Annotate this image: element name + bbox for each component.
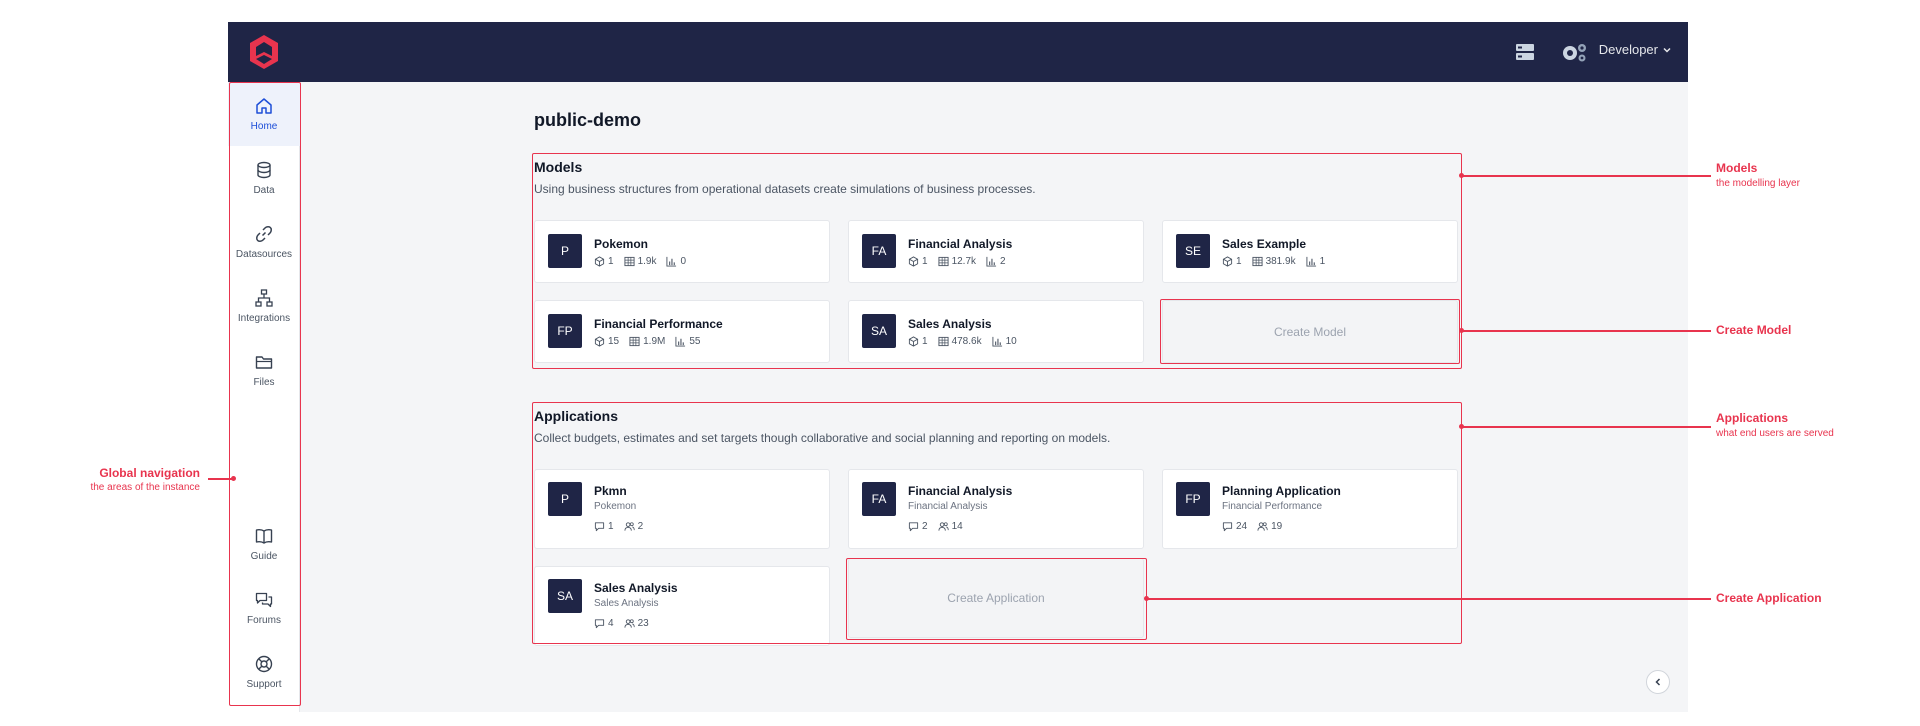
user-menu-label: Developer <box>1598 42 1658 57</box>
create-model-dot <box>1459 328 1464 333</box>
settings-gears-icon[interactable] <box>1560 40 1588 64</box>
models-annotation-subtitle: the modelling layer <box>1716 178 1800 189</box>
global-navigation-highlight <box>229 82 301 706</box>
page-title: public-demo <box>534 110 641 130</box>
logo-icon[interactable] <box>247 33 281 71</box>
applications-annotation-title: Applications <box>1716 411 1789 425</box>
global-navigation-dot <box>231 476 236 481</box>
global-navigation-annotation-subtitle: the areas of the instance <box>90 482 200 493</box>
global-navigation-annotation-title: Global navigation <box>99 466 200 480</box>
create-application-dot <box>1144 596 1149 601</box>
create-application-connector <box>1146 598 1711 600</box>
collapse-panel-button[interactable] <box>1646 670 1670 694</box>
create-model-annotation-title: Create Model <box>1716 323 1792 337</box>
models-annotation-title: Models <box>1716 161 1758 175</box>
create-application-highlight <box>846 558 1147 640</box>
top-bar: Developer <box>228 22 1688 82</box>
applications-annotation-subtitle: what end users are served <box>1716 428 1834 439</box>
applications-connector <box>1461 426 1711 428</box>
create-model-highlight <box>1160 299 1460 364</box>
applications-dot <box>1459 424 1464 429</box>
chevron-left-icon <box>1655 678 1661 686</box>
models-connector <box>1461 175 1711 177</box>
server-icon[interactable] <box>1513 40 1537 64</box>
models-dot <box>1459 173 1464 178</box>
chevron-down-icon <box>1663 47 1671 53</box>
user-menu[interactable]: Developer <box>1599 42 1672 57</box>
create-model-connector <box>1461 330 1711 332</box>
create-application-annotation-title: Create Application <box>1716 591 1822 605</box>
